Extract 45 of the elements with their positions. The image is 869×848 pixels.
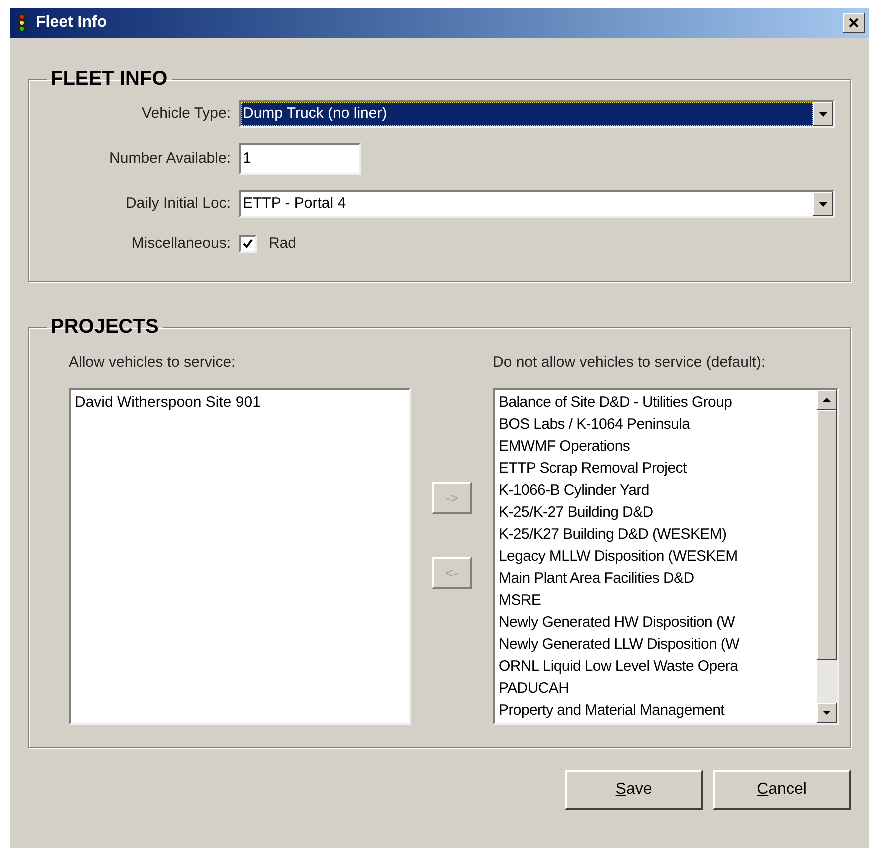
scroll-thumb[interactable] xyxy=(817,410,837,660)
dropdown-arrow-icon xyxy=(818,112,828,116)
list-item[interactable]: Property and Material Management xyxy=(499,700,725,722)
scroll-up-button[interactable] xyxy=(817,390,837,410)
field-label: Daily Initial Loc: xyxy=(124,194,231,214)
checkbox[interactable] xyxy=(239,235,257,254)
dialog-button[interactable]: Cancel xyxy=(713,770,851,810)
list-item[interactable]: BOS Labs / K-1064 Peninsula xyxy=(499,414,690,436)
group-heading: FLEET INFO xyxy=(50,67,169,92)
list-item[interactable]: K-25/K27 Building D&D (WESKEM) xyxy=(499,524,727,546)
down-arrow-icon xyxy=(823,711,831,715)
list-item[interactable]: K-25/K-27 Building D&D xyxy=(499,502,654,524)
list-item[interactable]: EMWMF Operations xyxy=(499,436,630,458)
list-item[interactable]: Balance of Site D&D - Utilities Group xyxy=(499,392,732,414)
list-item[interactable]: ORNL Liquid Low Level Waste Opera xyxy=(499,656,738,678)
field-label: Vehicle Type: xyxy=(141,104,231,124)
denied-list[interactable] xyxy=(493,388,839,725)
group-heading: PROJECTS xyxy=(50,315,160,340)
checkbox-label[interactable]: Rad xyxy=(269,233,297,256)
list-item[interactable]: Newly Generated LLW Disposition (W xyxy=(499,634,740,656)
field-label: Miscellaneous: xyxy=(130,234,231,254)
window-title: Fleet Info xyxy=(36,13,108,33)
list-item[interactable]: PADUCAH xyxy=(499,678,570,700)
field-label: Number Available: xyxy=(108,148,231,169)
list-item[interactable]: ETTP Scrap Removal Project xyxy=(499,458,687,480)
dropdown[interactable]: Dump Truck (no liner) xyxy=(239,100,835,128)
traffic-light-icon xyxy=(14,13,30,33)
allowed-list[interactable]: David Witherspoon Site 901 xyxy=(69,388,411,725)
list-item[interactable]: Main Plant Area Facilities D&D xyxy=(499,568,694,590)
dropdown-arrow-icon xyxy=(818,202,828,206)
up-arrow-icon xyxy=(823,398,831,402)
close-button[interactable] xyxy=(843,13,865,33)
input-field[interactable]: 1 xyxy=(239,143,361,175)
list-label: Do not allow vehicles to service (default): xyxy=(493,353,767,373)
list-item[interactable]: Legacy MLLW Disposition (WESKEM xyxy=(499,546,738,568)
list-item[interactable]: MSRE xyxy=(499,590,542,612)
dropdown[interactable]: ETTP - Portal 4 xyxy=(239,190,835,218)
list-label: Allow vehicles to service: xyxy=(69,353,237,373)
scroll-down-button[interactable] xyxy=(817,703,837,723)
close-icon xyxy=(849,18,859,28)
list-item[interactable]: David Witherspoon Site 901 xyxy=(75,392,261,414)
check-icon xyxy=(243,239,253,250)
dialog-button[interactable]: Save xyxy=(565,770,703,810)
list-item[interactable]: K-1066-B Cylinder Yard xyxy=(499,480,650,502)
list-item[interactable]: Newly Generated HW Disposition (W xyxy=(499,612,736,634)
